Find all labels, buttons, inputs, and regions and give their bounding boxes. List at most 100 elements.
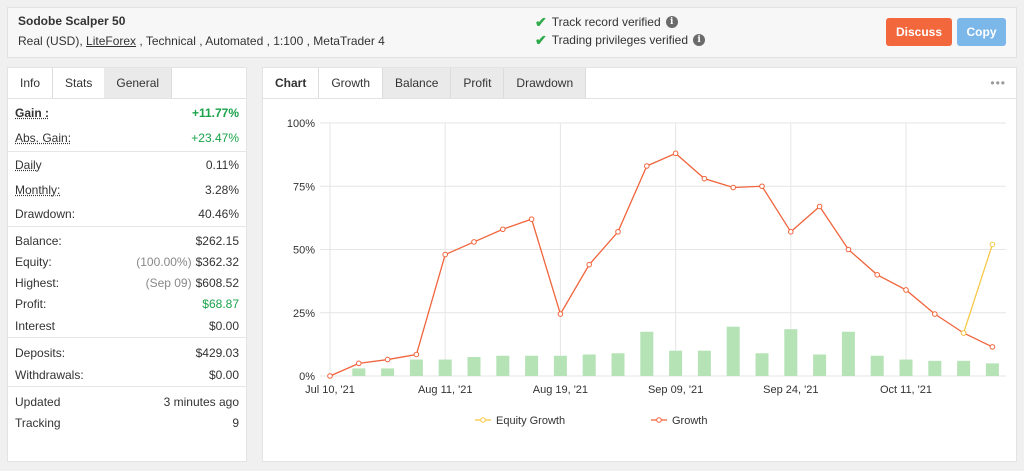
abs-gain-value: +23.47% (191, 131, 239, 145)
daily-row: Daily 0.11% (15, 152, 239, 178)
x-tick-label: Aug 19, '21 (533, 384, 588, 396)
tracking-value: 9 (232, 415, 239, 430)
check-icon: ✔ (535, 14, 547, 30)
data-point (500, 226, 506, 233)
highest-label: Highest: (15, 275, 60, 290)
data-point (471, 239, 477, 245)
copy-button[interactable]: Copy (957, 18, 1006, 46)
x-tick-label: Aug 11, '21 (418, 384, 473, 396)
account-type: Real (USD), (18, 34, 87, 48)
tab-general[interactable]: General (104, 68, 173, 98)
bar (553, 355, 567, 376)
profit-row: Profit: $68.87 (15, 293, 239, 314)
x-tick-label: Sep 09, '21 (648, 384, 703, 396)
deposits-label: Deposits: (15, 345, 66, 360)
abs-gain-row: Abs. Gain: +23.47% (15, 125, 239, 151)
updated-row: Updated 3 minutes ago (15, 391, 239, 412)
balance-label: Balance: (15, 233, 62, 248)
series-line (329, 152, 993, 377)
info-icon[interactable]: i (665, 16, 678, 28)
bar (726, 326, 740, 376)
data-point (989, 241, 996, 248)
data-point (557, 311, 564, 317)
info-icon[interactable]: i (693, 34, 706, 46)
more-options-icon[interactable]: ••• (990, 76, 1006, 90)
tab-growth[interactable]: Growth (319, 68, 384, 98)
tab-info[interactable]: Info (8, 68, 54, 98)
interest-row: Interest $0.00 (15, 314, 239, 337)
balance-value: $262.15 (195, 233, 239, 248)
divider (8, 386, 246, 387)
data-point (384, 356, 391, 363)
bar (582, 354, 596, 376)
abs-gain-label[interactable]: Abs. Gain: (15, 131, 71, 145)
data-point (816, 203, 823, 210)
bar (438, 359, 452, 376)
monthly-label[interactable]: Monthly: (15, 183, 60, 197)
bar (669, 350, 683, 376)
tab-drawdown[interactable]: Drawdown (504, 68, 587, 98)
tracking-row: Tracking 9 (15, 412, 239, 433)
tab-stats[interactable]: Stats (53, 68, 105, 98)
bar (409, 359, 423, 376)
monthly-row: Monthly: 3.28% (15, 178, 239, 202)
highest-row: Highest: (Sep 09) $608.52 (15, 272, 239, 293)
deposits-value: $429.03 (195, 345, 239, 360)
equity-value: $362.32 (195, 254, 239, 269)
bar (784, 329, 798, 376)
system-attributes: , Technical , Automated , 1:100 , MetaTr… (136, 34, 385, 48)
highest-date: (Sep 09) (145, 275, 192, 290)
bar (870, 355, 884, 376)
trading-privileges-status: ✔ Trading privileges verified i (535, 32, 706, 48)
track-record-label: Track record verified (551, 15, 661, 29)
daily-value: 0.11% (205, 158, 239, 172)
bar (957, 360, 971, 376)
y-tick-label: 25% (293, 308, 315, 320)
legend-marker (656, 417, 662, 423)
bar (928, 360, 942, 376)
equity-label: Equity: (15, 254, 52, 269)
legend-marker (480, 417, 486, 423)
tab-profit[interactable]: Profit (451, 68, 505, 98)
growth-chart-svg: 0% 25% 50% 75% 100% Jul 10, '21 Aug 11, '21 Aug… (287, 118, 1006, 427)
daily-label[interactable]: Daily (15, 158, 42, 172)
balance-row: Balance: $262.15 (15, 230, 239, 251)
discuss-button[interactable]: Discuss (886, 18, 952, 46)
equity-percent: (100.00%) (136, 254, 192, 269)
data-point (701, 175, 708, 182)
legend-label: Growth (672, 415, 707, 427)
tab-balance[interactable]: Balance (383, 68, 452, 98)
y-tick-label: 100% (287, 118, 315, 130)
data-point (672, 150, 679, 157)
monthly-value: 3.28% (204, 183, 239, 197)
drawdown-value: 40.46% (198, 207, 239, 221)
system-header: Sodobe Scalper 50 Real (USD), LiteForex … (7, 7, 1017, 58)
updated-label: Updated (15, 394, 61, 409)
tab-chart: Chart (263, 68, 320, 98)
data-point (586, 261, 593, 268)
gain-label[interactable]: Gain : (15, 106, 49, 120)
chart-tabs: Chart Growth Balance Profit Drawdown (263, 68, 1016, 99)
data-point (327, 373, 333, 379)
tracking-label: Tracking (15, 415, 61, 430)
divider (8, 337, 246, 338)
broker-link[interactable]: LiteForex (86, 34, 136, 48)
bar (525, 355, 539, 376)
drawdown-label: Drawdown: (15, 207, 76, 221)
data-point (903, 287, 909, 293)
data-point (932, 311, 938, 317)
drawdown-row: Drawdown: 40.46% (15, 202, 239, 226)
system-name: Sodobe Scalper 50 (18, 14, 126, 28)
growth-chart: 0% 25% 50% 75% 100% Jul 10, '21 Aug 11, '21 Aug… (263, 100, 1016, 461)
data-point (960, 330, 967, 336)
withdrawals-row: Withdrawals: $0.00 (15, 363, 239, 386)
gain-row: Gain : +11.77% (15, 101, 239, 125)
legend-label: Equity Growth (496, 415, 565, 427)
bar (640, 331, 654, 376)
check-icon: ✔ (535, 32, 547, 48)
data-point (442, 251, 448, 258)
track-record-status: ✔ Track record verified i (535, 15, 678, 29)
x-tick-label: Oct 11, '21 (880, 384, 932, 396)
bar (611, 353, 625, 376)
data-point (759, 183, 765, 190)
